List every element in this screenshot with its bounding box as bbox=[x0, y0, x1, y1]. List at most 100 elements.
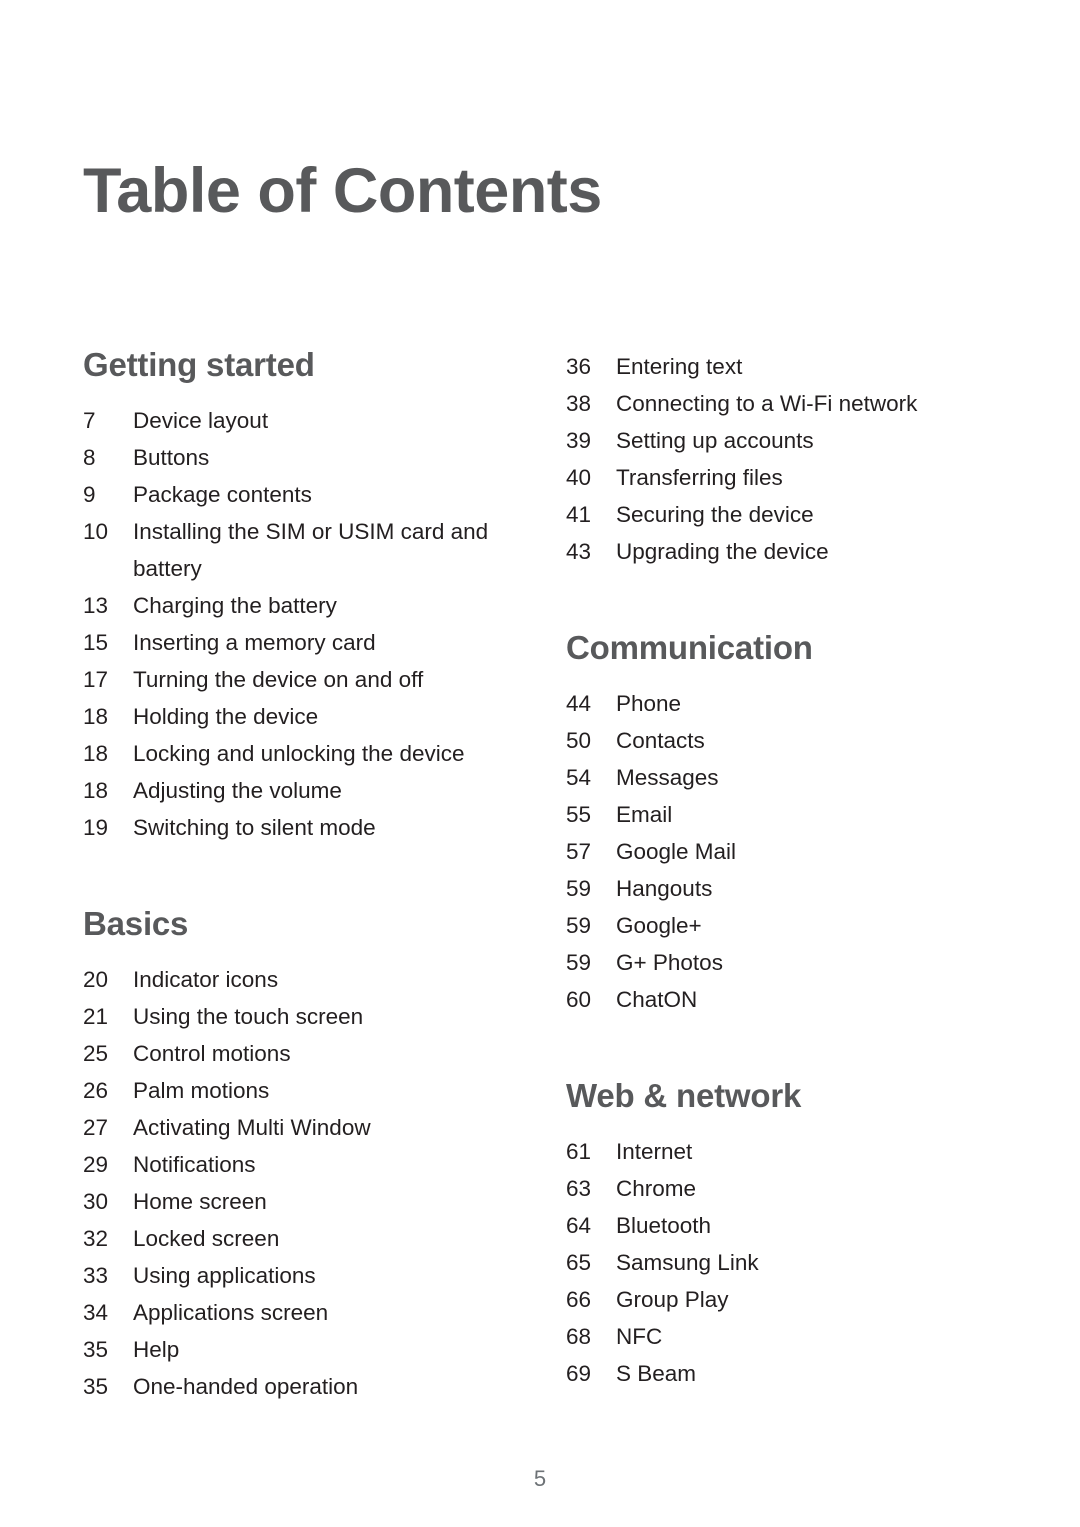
toc-entry-title: Locked screen bbox=[133, 1226, 280, 1251]
toc-entry[interactable]: 39 Setting up accounts bbox=[566, 422, 996, 459]
toc-entry-page: 50 bbox=[566, 728, 592, 753]
toc-entry-page: 30 bbox=[83, 1189, 109, 1214]
toc-entry[interactable]: 13 Charging the battery bbox=[83, 587, 563, 624]
toc-entry[interactable]: 59 Hangouts bbox=[566, 870, 996, 907]
toc-entry-title: Chrome bbox=[616, 1176, 697, 1201]
toc-entry[interactable]: 18 Locking and unlocking the device bbox=[83, 735, 563, 772]
toc-entry[interactable]: 34 Applications screen bbox=[83, 1294, 563, 1331]
toc-entry-page: 60 bbox=[566, 987, 592, 1012]
toc-entry-title: Charging the battery bbox=[133, 593, 337, 618]
toc-entry-page: 38 bbox=[566, 391, 592, 416]
toc-entry[interactable]: 55 Email bbox=[566, 796, 996, 833]
toc-entry-title: Hangouts bbox=[616, 876, 713, 901]
toc-section: 36 Entering text 38 Connecting to a Wi-Fi n… bbox=[566, 348, 996, 570]
toc-entry-title: Notifications bbox=[133, 1152, 256, 1177]
toc-entry-title: Buttons bbox=[133, 445, 210, 470]
toc-entry[interactable]: 20 Indicator icons bbox=[83, 961, 563, 998]
toc-entry[interactable]: 32 Locked screen bbox=[83, 1220, 563, 1257]
right-column: 36 Entering text 38 Connecting to a Wi-Fi n… bbox=[566, 348, 996, 1392]
toc-entry-title: NFC bbox=[616, 1324, 663, 1349]
toc-entry-page: 33 bbox=[83, 1263, 109, 1288]
toc-entry-title: Palm motions bbox=[133, 1078, 270, 1103]
toc-entry-title: Upgrading the device bbox=[616, 539, 829, 564]
toc-entry[interactable]: 26 Palm motions bbox=[83, 1072, 563, 1109]
toc-entry-page: 59 bbox=[566, 950, 592, 975]
toc-entry[interactable]: 61 Internet bbox=[566, 1133, 996, 1170]
toc-entry[interactable]: 27 Activating Multi Window bbox=[83, 1109, 563, 1146]
toc-entry[interactable]: 63 Chrome bbox=[566, 1170, 996, 1207]
toc-entry-title: Package contents bbox=[133, 482, 312, 507]
toc-entry-title: Installing the SIM or USIM card and batt… bbox=[133, 519, 489, 581]
toc-entry-title: Connecting to a Wi-Fi network bbox=[616, 391, 918, 416]
toc-entry-page: 10 bbox=[83, 519, 109, 544]
toc-entry-title: Control motions bbox=[133, 1041, 291, 1066]
toc-entry[interactable]: 59 Google+ bbox=[566, 907, 996, 944]
toc-entry[interactable]: 40 Transferring files bbox=[566, 459, 996, 496]
toc-entry[interactable]: 36 Entering text bbox=[566, 348, 996, 385]
toc-entry-title: Email bbox=[616, 802, 673, 827]
toc-entry[interactable]: 19 Switching to silent mode bbox=[83, 809, 563, 846]
toc-entry[interactable]: 25 Control motions bbox=[83, 1035, 563, 1072]
toc-entry[interactable]: 54 Messages bbox=[566, 759, 996, 796]
toc-entry[interactable]: 33 Using applications bbox=[83, 1257, 563, 1294]
toc-entry-title: Phone bbox=[616, 691, 682, 716]
toc-entry-title: Using applications bbox=[133, 1263, 316, 1288]
toc-entry-title: Holding the device bbox=[133, 704, 319, 729]
toc-entry-title: Messages bbox=[616, 765, 719, 790]
toc-entry[interactable]: 50 Contacts bbox=[566, 722, 996, 759]
toc-entry-page: 44 bbox=[566, 691, 592, 716]
toc-columns: Getting started 7 Device layout 8 Buttons 9 Pa… bbox=[0, 348, 1080, 1405]
toc-entry[interactable]: 43 Upgrading the device bbox=[566, 533, 996, 570]
toc-entry[interactable]: 15 Inserting a memory card bbox=[83, 624, 563, 661]
toc-entry[interactable]: 21 Using the touch screen bbox=[83, 998, 563, 1035]
toc-entry-title: Activating Multi Window bbox=[133, 1115, 371, 1140]
toc-entry-title: ChatON bbox=[616, 987, 698, 1012]
toc-entry-page: 13 bbox=[83, 593, 109, 618]
toc-entry[interactable]: 30 Home screen bbox=[83, 1183, 563, 1220]
toc-entry-page: 68 bbox=[566, 1324, 592, 1349]
toc-entry[interactable]: 38 Connecting to a Wi-Fi network bbox=[566, 385, 996, 422]
toc-entry-title: Contacts bbox=[616, 728, 705, 753]
toc-entry-page: 66 bbox=[566, 1287, 592, 1312]
toc-entry[interactable]: 17 Turning the device on and off bbox=[83, 661, 563, 698]
toc-entry-title: Adjusting the volume bbox=[133, 778, 342, 803]
toc-entry-page: 35 bbox=[83, 1374, 109, 1399]
toc-entry[interactable]: 18 Holding the device bbox=[83, 698, 563, 735]
toc-entry[interactable]: 66 Group Play bbox=[566, 1281, 996, 1318]
toc-entry-page: 39 bbox=[566, 428, 592, 453]
toc-entry-title: Home screen bbox=[133, 1189, 267, 1214]
toc-entry-title: Indicator icons bbox=[133, 967, 279, 992]
toc-entry-page: 8 bbox=[83, 445, 96, 470]
toc-entry-title: Inserting a memory card bbox=[133, 630, 376, 655]
toc-entry[interactable]: 65 Samsung Link bbox=[566, 1244, 996, 1281]
toc-entry-title: Locking and unlocking the device bbox=[133, 741, 465, 766]
toc-entry[interactable]: 9 Package contents bbox=[83, 476, 563, 513]
toc-entry-page: 65 bbox=[566, 1250, 592, 1275]
toc-entry-page: 41 bbox=[566, 502, 592, 527]
toc-entry[interactable]: 60 ChatON bbox=[566, 981, 996, 1018]
toc-entry-page: 43 bbox=[566, 539, 592, 564]
toc-entry[interactable]: 68 NFC bbox=[566, 1318, 996, 1355]
toc-entry[interactable]: 69 S Beam bbox=[566, 1355, 996, 1392]
toc-entry-title: Switching to silent mode bbox=[133, 815, 376, 840]
toc-entry-page: 69 bbox=[566, 1361, 592, 1386]
toc-entry[interactable]: 57 Google Mail bbox=[566, 833, 996, 870]
toc-entry[interactable]: 18 Adjusting the volume bbox=[83, 772, 563, 809]
toc-entry-page: 15 bbox=[83, 630, 109, 655]
toc-entry-page: 61 bbox=[566, 1139, 592, 1164]
toc-entry[interactable]: 59 G+ Photos bbox=[566, 944, 996, 981]
toc-entry-title: Turning the device on and off bbox=[133, 667, 424, 692]
toc-entry[interactable]: 29 Notifications bbox=[83, 1146, 563, 1183]
toc-entry[interactable]: 35 Help bbox=[83, 1331, 563, 1368]
toc-entry[interactable]: 8 Buttons bbox=[83, 439, 563, 476]
toc-entry[interactable]: 35 One-handed operation bbox=[83, 1368, 563, 1405]
toc-entry[interactable]: 64 Bluetooth bbox=[566, 1207, 996, 1244]
toc-entry-page: 27 bbox=[83, 1115, 109, 1140]
toc-entry[interactable]: 41 Securing the device bbox=[566, 496, 996, 533]
page-number: 5 bbox=[533, 1466, 547, 1491]
toc-entry-page: 26 bbox=[83, 1078, 109, 1103]
toc-entry[interactable]: 44 Phone bbox=[566, 685, 996, 722]
toc-entry[interactable]: 10 Installing the SIM or USIM card and ba… bbox=[83, 513, 563, 587]
toc-entry[interactable]: 7 Device layout bbox=[83, 402, 563, 439]
toc-entry-page: 20 bbox=[83, 967, 109, 992]
